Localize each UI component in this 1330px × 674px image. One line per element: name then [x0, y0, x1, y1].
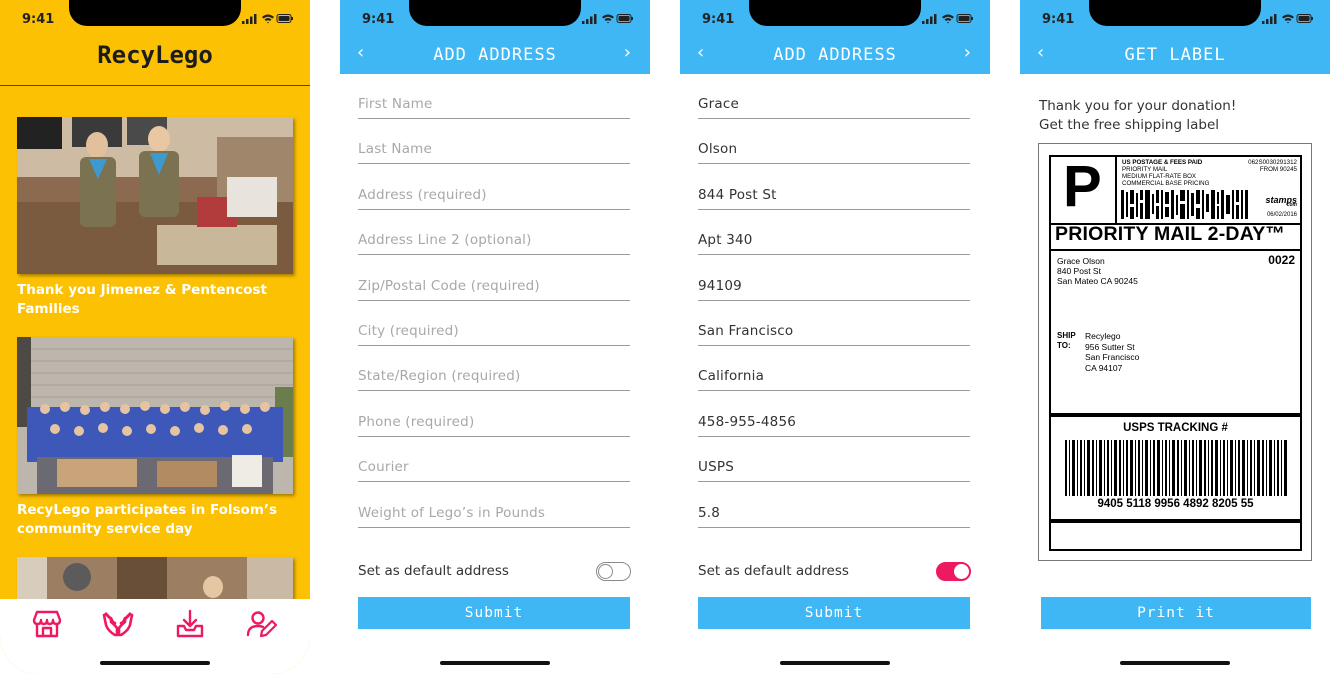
submit-button[interactable]: Submit	[358, 597, 630, 629]
status-icons	[1262, 14, 1313, 24]
news-caption: RecyLego participates in Folsom’s commun…	[17, 502, 278, 537]
divider	[1051, 519, 1300, 523]
default-address-label: Set as default address	[698, 563, 849, 579]
tab-donate[interactable]	[102, 609, 134, 639]
zip-field[interactable]: 94109	[698, 273, 970, 301]
download-icon	[176, 609, 204, 638]
courier-field[interactable]: Courier	[358, 454, 630, 482]
postage-info: US POSTAGE & FEES PAID PRIORITY MAIL MED…	[1122, 159, 1210, 187]
recipient-address: Recylego 956 Sutter St San Francisco CA …	[1085, 331, 1140, 373]
address-line2-field[interactable]: Address Line 2 (optional)	[358, 227, 630, 255]
status-icons	[582, 14, 633, 24]
toggle-knob	[598, 564, 613, 579]
news-caption: Thank you Jimenez & Pentencost Families	[17, 282, 267, 317]
weight-field[interactable]: Weight of Lego’s in Pounds	[358, 500, 630, 528]
feed-screen: 9:41 RecyLego Thank you Jimenez & Penten…	[0, 0, 310, 674]
screen-title: ADD ADDRESS	[433, 45, 557, 65]
city-field[interactable]: City (required)	[358, 318, 630, 346]
divider	[1051, 413, 1300, 417]
status-icons	[922, 14, 973, 24]
default-address-row: Set as default address	[358, 562, 631, 582]
default-address-label: Set as default address	[358, 563, 509, 579]
priority-p-box: P	[1051, 154, 1117, 223]
divider	[0, 85, 310, 86]
store-icon	[32, 610, 62, 638]
status-time: 9:41	[1042, 12, 1075, 27]
notch	[749, 0, 921, 26]
screen-title: GET LABEL	[1124, 45, 1226, 65]
default-address-toggle[interactable]	[596, 562, 631, 581]
zip-field[interactable]: Zip/Postal Code (required)	[358, 273, 630, 301]
last-name-field[interactable]: Olson	[698, 136, 970, 164]
toggle-knob	[954, 564, 969, 579]
postage-2d-barcode	[1121, 190, 1248, 219]
notch	[409, 0, 581, 26]
tracking-title: USPS TRACKING #	[1123, 422, 1228, 434]
address-field[interactable]: Address (required)	[358, 182, 630, 210]
postage-meta: 062S0030291312 FROM 90245	[1248, 159, 1297, 173]
tab-profile[interactable]	[246, 609, 278, 639]
add-address-screen: 9:41 ‹ ADD ADDRESS › First Name Last Nam…	[340, 0, 650, 674]
add-address-filled-screen: 9:41 ‹ ADD ADDRESS › Grace Olson 844 Pos…	[680, 0, 990, 674]
shipping-label-frame: P US POSTAGE & FEES PAID PRIORITY MAIL M…	[1038, 143, 1312, 561]
status-icons	[242, 14, 293, 24]
print-button[interactable]: Print it	[1041, 597, 1311, 629]
city-field[interactable]: San Francisco	[698, 318, 970, 346]
last-name-field[interactable]: Last Name	[358, 136, 630, 164]
thanks-message: Thank you for your donation! Get the fre…	[1039, 97, 1236, 135]
news-item[interactable]: Thank you Jimenez & Pentencost Families	[17, 117, 293, 319]
tracking-barcode	[1065, 440, 1287, 496]
notch	[1089, 0, 1261, 26]
first-name-field[interactable]: First Name	[358, 91, 630, 119]
home-indicator	[780, 661, 890, 665]
state-field[interactable]: California	[698, 363, 970, 391]
mail-class-title: PRIORITY MAIL 2-DAY™	[1055, 223, 1286, 245]
address-field[interactable]: 844 Post St	[698, 182, 970, 210]
tracking-number: 9405 5118 9956 4892 8205 55	[1097, 498, 1254, 510]
label-date: 06/02/2016	[1266, 212, 1297, 218]
news-photo	[17, 557, 293, 602]
news-item[interactable]: RecyLego participates in Folsom’s commun…	[17, 337, 293, 539]
screen-title: ADD ADDRESS	[773, 45, 897, 65]
first-name-field[interactable]: Grace	[698, 91, 970, 119]
address-line2-field[interactable]: Apt 340	[698, 227, 970, 255]
news-photo	[17, 337, 293, 494]
tab-download[interactable]	[174, 609, 206, 639]
status-time: 9:41	[22, 12, 55, 27]
priority-p-mark: P	[1063, 154, 1102, 219]
status-time: 9:41	[362, 12, 395, 27]
tab-store[interactable]	[31, 609, 63, 639]
default-address-row: Set as default address	[698, 562, 971, 582]
label-code: 0022	[1268, 253, 1295, 267]
forward-chevron-icon[interactable]: ›	[624, 42, 631, 63]
home-indicator	[440, 661, 550, 665]
phone-field[interactable]: 458-955-4856	[698, 409, 970, 437]
news-photo	[17, 117, 293, 274]
status-time: 9:41	[702, 12, 735, 27]
courier-field[interactable]: USPS	[698, 454, 970, 482]
divider	[1051, 249, 1300, 251]
submit-button[interactable]: Submit	[698, 597, 970, 629]
home-indicator	[100, 661, 210, 665]
thanks-subline: Get the free shipping label	[1039, 117, 1220, 133]
shipping-label: P US POSTAGE & FEES PAID PRIORITY MAIL M…	[1049, 154, 1302, 551]
forward-chevron-icon[interactable]: ›	[964, 42, 971, 63]
ship-to-label: SHIP TO:	[1057, 331, 1076, 350]
thanks-line: Thank you for your donation!	[1039, 98, 1237, 114]
notch	[69, 0, 241, 26]
stamps-logo: stamps com	[1265, 195, 1297, 208]
phone-field[interactable]: Phone (required)	[358, 409, 630, 437]
news-item[interactable]	[17, 557, 293, 602]
home-indicator	[1120, 661, 1230, 665]
get-label-screen: 9:41 ‹ GET LABEL Thank you for your dona…	[1020, 0, 1330, 674]
state-field[interactable]: State/Region (required)	[358, 363, 630, 391]
app-logo: RecyLego	[97, 41, 213, 69]
donate-hands-icon	[102, 611, 134, 637]
default-address-toggle[interactable]	[936, 562, 971, 581]
weight-field[interactable]: 5.8	[698, 500, 970, 528]
sender-address: Grace Olson 840 Post St San Mateo CA 902…	[1057, 256, 1138, 286]
profile-edit-icon	[246, 611, 278, 638]
